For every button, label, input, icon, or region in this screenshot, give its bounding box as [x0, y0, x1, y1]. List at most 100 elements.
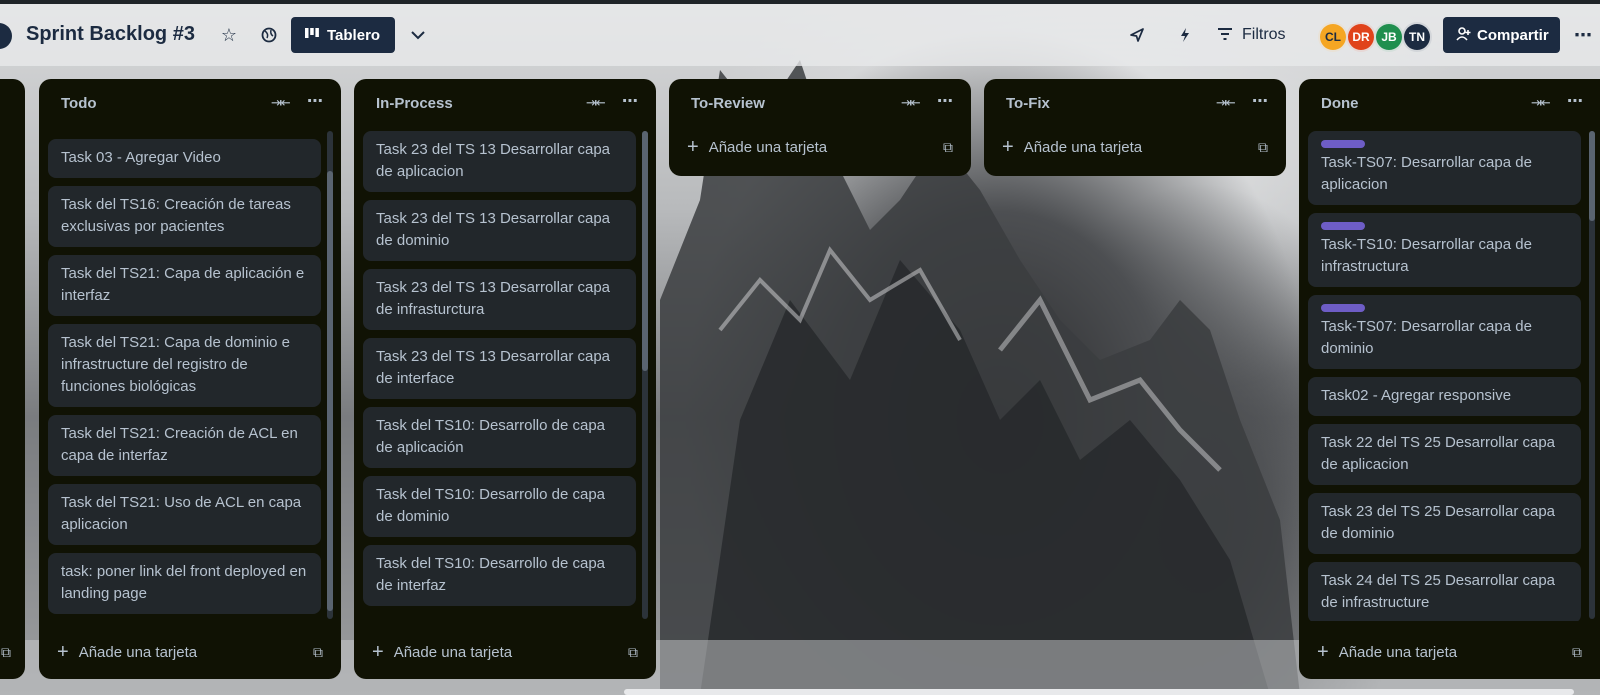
card[interactable]: Task del TS16: Creación de tareas exclus… — [48, 186, 321, 247]
add-card-button[interactable]: + Añade una tarjeta — [687, 136, 827, 158]
plus-icon: + — [687, 136, 699, 158]
card-title: Task 23 del TS 13 Desarrollar capa de in… — [376, 279, 611, 318]
plus-icon: + — [372, 641, 384, 663]
card-title: Task-TS07: Desarrollar capa de dominio — [1321, 318, 1532, 357]
collapse-icon[interactable]: ⇥⇤ — [1216, 95, 1236, 111]
template-icon[interactable]: ⧉ — [943, 139, 953, 156]
card[interactable]: Task-TS07: Desarrollar capa de dominio — [1308, 295, 1581, 369]
more-icon[interactable]: ⋯ — [1568, 20, 1598, 50]
card-title: Task 23 del TS 13 Desarrollar capa de do… — [376, 210, 611, 249]
list-title[interactable]: To-Review — [691, 95, 765, 112]
card-title: Task del TS10: Desarrollo de capa de int… — [376, 555, 606, 594]
list-title[interactable]: Todo — [61, 95, 97, 112]
filter-icon — [1218, 27, 1232, 43]
card[interactable]: Task del TS10: Desarrollo de capa de apl… — [363, 407, 636, 468]
list-in-process: In-Process ⇥⇤ ⋯ Task 23 del TS 13 Desarr… — [354, 79, 656, 679]
avatar-jb[interactable]: JB — [1374, 22, 1404, 52]
card-container: Task-TS07: Desarrollar capa de aplicacio… — [1308, 131, 1581, 621]
collapse-icon[interactable]: ⇥⇤ — [271, 95, 291, 111]
template-icon[interactable]: ⧉ — [1258, 139, 1268, 156]
star-icon[interactable]: ☆ — [214, 20, 244, 50]
add-card-button[interactable]: + Añade una tarjeta — [1317, 641, 1458, 663]
scrollbar-thumb[interactable] — [1589, 131, 1595, 221]
card-title: Task del TS21: Capa de aplicación e inte… — [61, 265, 305, 304]
list-more-icon[interactable]: ⋯ — [1567, 91, 1583, 111]
list-more-icon[interactable]: ⋯ — [622, 91, 638, 111]
board-header: Sprint Backlog #3 ☆ Tablero Filtros CL D… — [0, 4, 1600, 66]
list-to-review: To-Review ⇥⇤ ⋯ + Añade una tarjeta ⧉ — [669, 79, 971, 176]
list-more-icon[interactable]: ⋯ — [937, 91, 953, 111]
list-more-icon[interactable]: ⋯ — [1252, 91, 1268, 111]
scrollbar-thumb[interactable] — [642, 131, 648, 371]
scrollbar[interactable] — [327, 131, 333, 619]
scrollbar-thumb[interactable] — [327, 171, 333, 611]
template-icon[interactable]: ⧉ — [1572, 644, 1582, 661]
globe-icon[interactable] — [254, 20, 284, 50]
workspace-avatar[interactable] — [0, 23, 12, 49]
card[interactable]: Task del TS10: Desarrollo de capa de dom… — [363, 476, 636, 537]
card[interactable]: Task del TS10: Desarrollo de capa de int… — [363, 545, 636, 606]
card[interactable]: task: poner link del front deployed en l… — [48, 553, 321, 614]
list-title[interactable]: To-Fix — [1006, 95, 1050, 112]
card-title: task: poner link del front deployed en l… — [61, 563, 307, 602]
list-more-icon[interactable]: ⋯ — [307, 91, 323, 111]
collapse-icon[interactable]: ⇥⇤ — [1531, 95, 1551, 111]
avatar-initials: CL — [1325, 30, 1341, 44]
plus-icon: + — [1317, 641, 1329, 663]
card[interactable]: Task 22 del TS 25 Desarrollar capa de ap… — [1308, 424, 1581, 485]
add-card-label: Añade una tarjeta — [1338, 644, 1458, 661]
filters-button[interactable]: Filtros — [1218, 20, 1286, 50]
collapse-icon[interactable]: ⇥⇤ — [586, 95, 606, 111]
avatar-cl[interactable]: CL — [1318, 22, 1348, 52]
template-icon[interactable]: ⧉ — [1, 644, 11, 661]
card[interactable]: Task02 - Agregar responsive — [1308, 377, 1581, 416]
board-title[interactable]: Sprint Backlog #3 — [26, 23, 195, 46]
avatar-dr[interactable]: DR — [1346, 22, 1376, 52]
card-title: Task del TS16: Creación de tareas exclus… — [61, 196, 291, 235]
card-container: Task 03 - Agregar Video Task del TS16: C… — [48, 139, 321, 621]
list-title[interactable]: Done — [1321, 95, 1359, 112]
scrollbar[interactable] — [1589, 131, 1595, 619]
card[interactable]: Task 23 del TS 13 Desarrollar capa de do… — [363, 200, 636, 261]
scrollbar[interactable] — [642, 131, 648, 619]
chevron-down-icon[interactable] — [403, 20, 433, 50]
board-view-label: Tablero — [327, 26, 381, 44]
card-title: Task-TS10: Desarrollar capa de infrastru… — [1321, 236, 1532, 275]
card-title: Task del TS10: Desarrollo de capa de apl… — [376, 417, 606, 456]
card-title: Task 22 del TS 25 Desarrollar capa de ap… — [1321, 434, 1556, 473]
card[interactable]: Task 24 del TS 25 Desarrollar capa de in… — [1308, 562, 1581, 621]
avatar-tn[interactable]: TN — [1402, 22, 1432, 52]
card[interactable]: Task 23 del TS 13 Desarrollar capa de in… — [363, 338, 636, 399]
list-title[interactable]: In-Process — [376, 95, 453, 112]
card[interactable]: Task del TS21: Creación de ACL en capa d… — [48, 415, 321, 476]
template-icon[interactable]: ⧉ — [313, 644, 323, 661]
card[interactable]: Task-TS07: Desarrollar capa de aplicacio… — [1308, 131, 1581, 205]
add-card-button[interactable]: + Añade una tarjeta — [372, 641, 512, 663]
horizontal-scrollbar[interactable] — [624, 689, 1574, 695]
card[interactable]: Task 03 - Agregar Video — [48, 139, 321, 178]
card-title: Task-TS07: Desarrollar capa de aplicacio… — [1321, 154, 1532, 193]
collapse-icon[interactable]: ⇥⇤ — [901, 95, 921, 111]
card[interactable]: Task del TS21: Capa de aplicación e inte… — [48, 255, 321, 316]
card-title: Task 23 del TS 13 Desarrollar capa de ap… — [376, 141, 611, 180]
card-title: Task 23 del TS 25 Desarrollar capa de do… — [1321, 503, 1556, 542]
add-card-button[interactable]: + Añade una tarjeta — [1002, 136, 1143, 158]
card[interactable]: Task-TS10: Desarrollar capa de infrastru… — [1308, 213, 1581, 287]
rocket-icon[interactable] — [1122, 20, 1152, 50]
add-card-label: Añade una tarjeta — [1023, 139, 1143, 156]
share-button[interactable]: Compartir — [1443, 17, 1560, 53]
card[interactable]: Task 23 del TS 25 Desarrollar capa de do… — [1308, 493, 1581, 554]
add-person-icon — [1456, 26, 1471, 44]
add-card-button[interactable]: + Añade una tarjeta — [57, 642, 197, 662]
card[interactable]: Task del TS21: Uso de ACL en capa aplica… — [48, 484, 321, 545]
card[interactable]: Task 23 del TS 13 Desarrollar capa de in… — [363, 269, 636, 330]
plus-icon: + — [1002, 136, 1014, 158]
card-title: Task 03 - Agregar Video — [61, 149, 221, 166]
board-view-button[interactable]: Tablero — [291, 17, 395, 53]
card[interactable]: Task del TS21: Capa de dominio e infrast… — [48, 324, 321, 407]
card-title: Task del TS21: Capa de dominio e infrast… — [61, 334, 291, 395]
card-title: Task02 - Agregar responsive — [1321, 387, 1512, 404]
lightning-icon[interactable] — [1170, 20, 1200, 50]
template-icon[interactable]: ⧉ — [628, 644, 638, 661]
card[interactable]: Task 23 del TS 13 Desarrollar capa de ap… — [363, 131, 636, 192]
